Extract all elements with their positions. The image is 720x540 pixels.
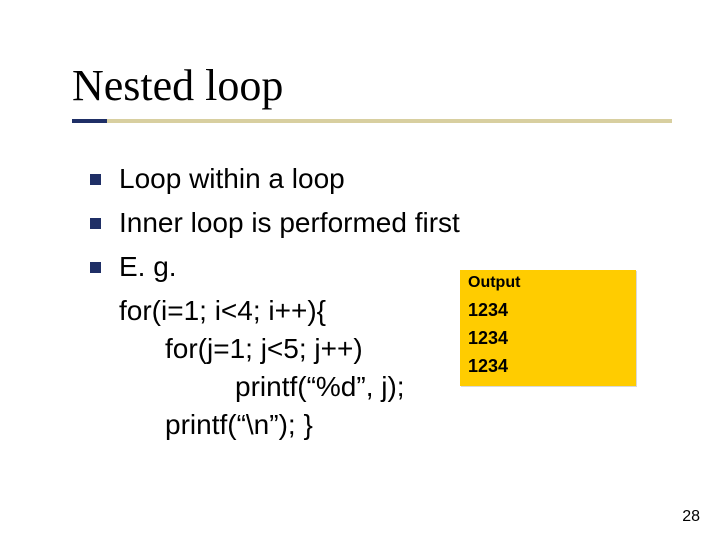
output-box: Output 1234 1234 1234 xyxy=(460,270,636,386)
output-row: 1234 xyxy=(468,324,628,352)
output-row: 1234 xyxy=(468,352,628,380)
output-label: Output xyxy=(468,274,628,292)
title-underline-navy xyxy=(72,119,107,123)
bullet-item: Inner loop is performed first xyxy=(90,204,650,242)
slide: Nested loop Loop within a loop Inner loo… xyxy=(0,0,720,540)
page-number: 28 xyxy=(682,508,700,526)
square-bullet-icon xyxy=(90,262,101,273)
square-bullet-icon xyxy=(90,174,101,185)
code-line: printf(“\n”); } xyxy=(90,406,650,444)
bullet-text: Inner loop is performed first xyxy=(119,204,460,242)
square-bullet-icon xyxy=(90,218,101,229)
bullet-text: Loop within a loop xyxy=(119,160,345,198)
title-underline-beige xyxy=(72,119,672,123)
title-block: Nested loop xyxy=(72,60,283,117)
slide-title: Nested loop xyxy=(72,60,283,117)
bullet-item: Loop within a loop xyxy=(90,160,650,198)
bullet-text: E. g. xyxy=(119,248,177,286)
output-row: 1234 xyxy=(468,296,628,324)
